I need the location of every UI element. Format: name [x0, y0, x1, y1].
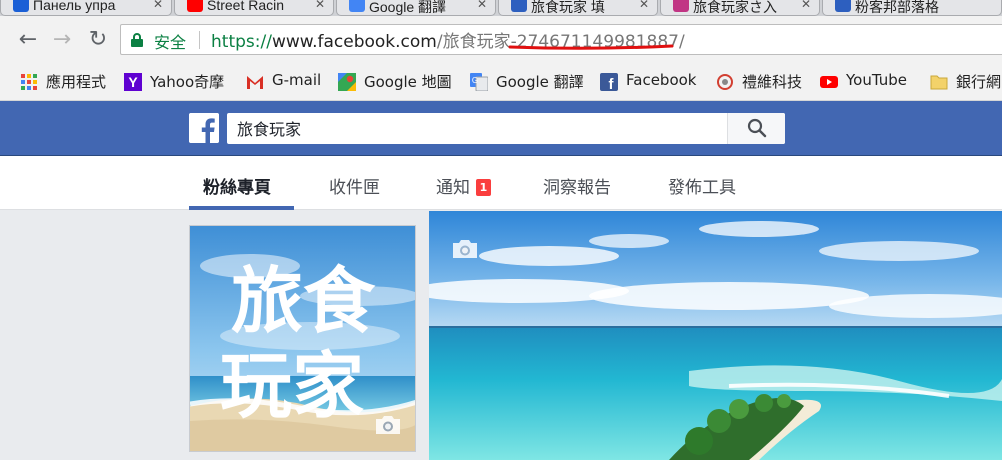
bookmark-label: Facebook	[626, 71, 697, 89]
folder-icon	[930, 75, 948, 90]
page-content: 旅食 玩家	[0, 211, 1002, 460]
google-translate-icon	[349, 0, 365, 12]
close-icon[interactable]: ✕	[315, 0, 325, 11]
yahoo-icon: Y	[124, 73, 142, 91]
search-button[interactable]	[727, 113, 785, 144]
bookmark-label: YouTube	[846, 71, 907, 89]
svg-text:G: G	[472, 76, 478, 85]
reload-icon: ↻	[88, 27, 108, 52]
bookmark-label: Google 翻譯	[496, 73, 584, 91]
facebook-icon: f	[600, 73, 618, 91]
facebook-top-bar	[0, 101, 1002, 156]
divider	[199, 31, 200, 49]
bookmark-label: Google 地圖	[364, 73, 452, 91]
bookmark-label: Yahoo奇摩	[150, 73, 225, 91]
tab-title: 旅食玩家さ入	[693, 0, 777, 15]
search-icon	[747, 118, 767, 138]
bookmark-label: 銀行網	[956, 73, 1002, 91]
arrow-right-icon: →	[52, 27, 72, 52]
browser-tab[interactable]: Street Racin ✕	[174, 0, 334, 16]
browser-tab[interactable]: 粉客邦部落格	[822, 0, 1002, 16]
camera-icon[interactable]	[374, 414, 402, 436]
url-scheme: https://	[211, 32, 272, 52]
active-tab-indicator	[189, 206, 294, 210]
page-admin-nav: 粉絲專頁 收件匣 通知 1 洞察報告 發佈工具	[0, 156, 1002, 210]
close-icon[interactable]: ✕	[639, 0, 649, 11]
forward-button[interactable]: →	[48, 26, 76, 54]
search-box	[227, 113, 785, 144]
lock-icon	[131, 33, 143, 47]
search-input[interactable]	[237, 116, 717, 140]
close-icon[interactable]: ✕	[153, 0, 163, 11]
tab-publishing-tools[interactable]: 發佈工具	[668, 173, 736, 198]
bookmark-label: 應用程式	[46, 73, 107, 91]
chat-icon	[835, 0, 851, 12]
tab-notifications[interactable]: 通知 1	[436, 173, 491, 198]
tab-title: Street Racin	[207, 0, 285, 13]
url-host: www.facebook.com	[271, 32, 437, 52]
arrow-left-icon: ←	[18, 27, 38, 52]
tab-insights[interactable]: 洞察報告	[543, 173, 611, 198]
notification-badge: 1	[476, 179, 491, 196]
close-icon[interactable]: ✕	[477, 0, 487, 11]
tab-notifications-label: 通知	[436, 178, 470, 198]
profile-text-line2: 玩家	[220, 344, 364, 428]
bookmark-label: G-mail	[272, 71, 322, 89]
gmail-icon	[247, 76, 263, 89]
tab-inbox[interactable]: 收件匣	[329, 173, 380, 198]
cover-photo[interactable]	[429, 211, 1002, 460]
facebook-logo-icon[interactable]	[189, 113, 219, 143]
tab-page[interactable]: 粉絲專頁	[203, 173, 271, 198]
camera-icon[interactable]	[451, 238, 479, 260]
google-translate-icon: G	[470, 73, 488, 91]
browser-tab[interactable]: 旅食玩家 填 ✕	[498, 0, 658, 16]
browser-tab[interactable]: Панель упра ✕	[0, 0, 172, 16]
browser-tab[interactable]: Google 翻譯 ✕	[336, 0, 496, 16]
tab-strip: Панель упра ✕ Street Racin ✕ Google 翻譯 ✕…	[0, 0, 1002, 16]
tab-title: 旅食玩家 填	[531, 0, 605, 15]
tab-title: Панель упра	[33, 0, 116, 13]
security-label: 安全	[154, 33, 187, 52]
google-maps-icon	[338, 73, 356, 91]
bookmark-label: 禮維科技	[742, 73, 803, 91]
square-check-icon	[13, 0, 29, 12]
profile-text-line1: 旅食	[231, 259, 376, 343]
youtube-icon	[820, 76, 838, 88]
bookmarks-bar: 應用程式 Y Yahoo奇摩 G-mail Google 地圖 G Google…	[0, 64, 1002, 101]
apps-grid-icon	[21, 74, 37, 90]
tab-title: Google 翻譯	[369, 0, 447, 15]
reload-button[interactable]: ↻	[84, 26, 112, 54]
browser-toolbar: ← → ↻ 安全 https://www.facebook.com/旅食玩家-2…	[0, 16, 1002, 64]
close-icon[interactable]: ✕	[801, 0, 811, 11]
back-button[interactable]: ←	[14, 26, 42, 54]
company-logo-icon	[717, 74, 733, 90]
annotation-underline	[508, 44, 674, 50]
browser-tab[interactable]: 旅食玩家さ入 ✕	[660, 0, 820, 16]
profile-picture[interactable]: 旅食 玩家	[189, 225, 416, 452]
address-bar[interactable]: 安全 https://www.facebook.com/旅食玩家-2746711…	[120, 24, 1002, 55]
svg-text:Y: Y	[128, 74, 138, 90]
youtube-icon	[187, 0, 203, 12]
chat-icon	[511, 0, 527, 12]
cover-image	[429, 211, 1002, 460]
tab-title: 粉客邦部落格	[855, 0, 939, 15]
instagram-icon	[673, 0, 689, 12]
